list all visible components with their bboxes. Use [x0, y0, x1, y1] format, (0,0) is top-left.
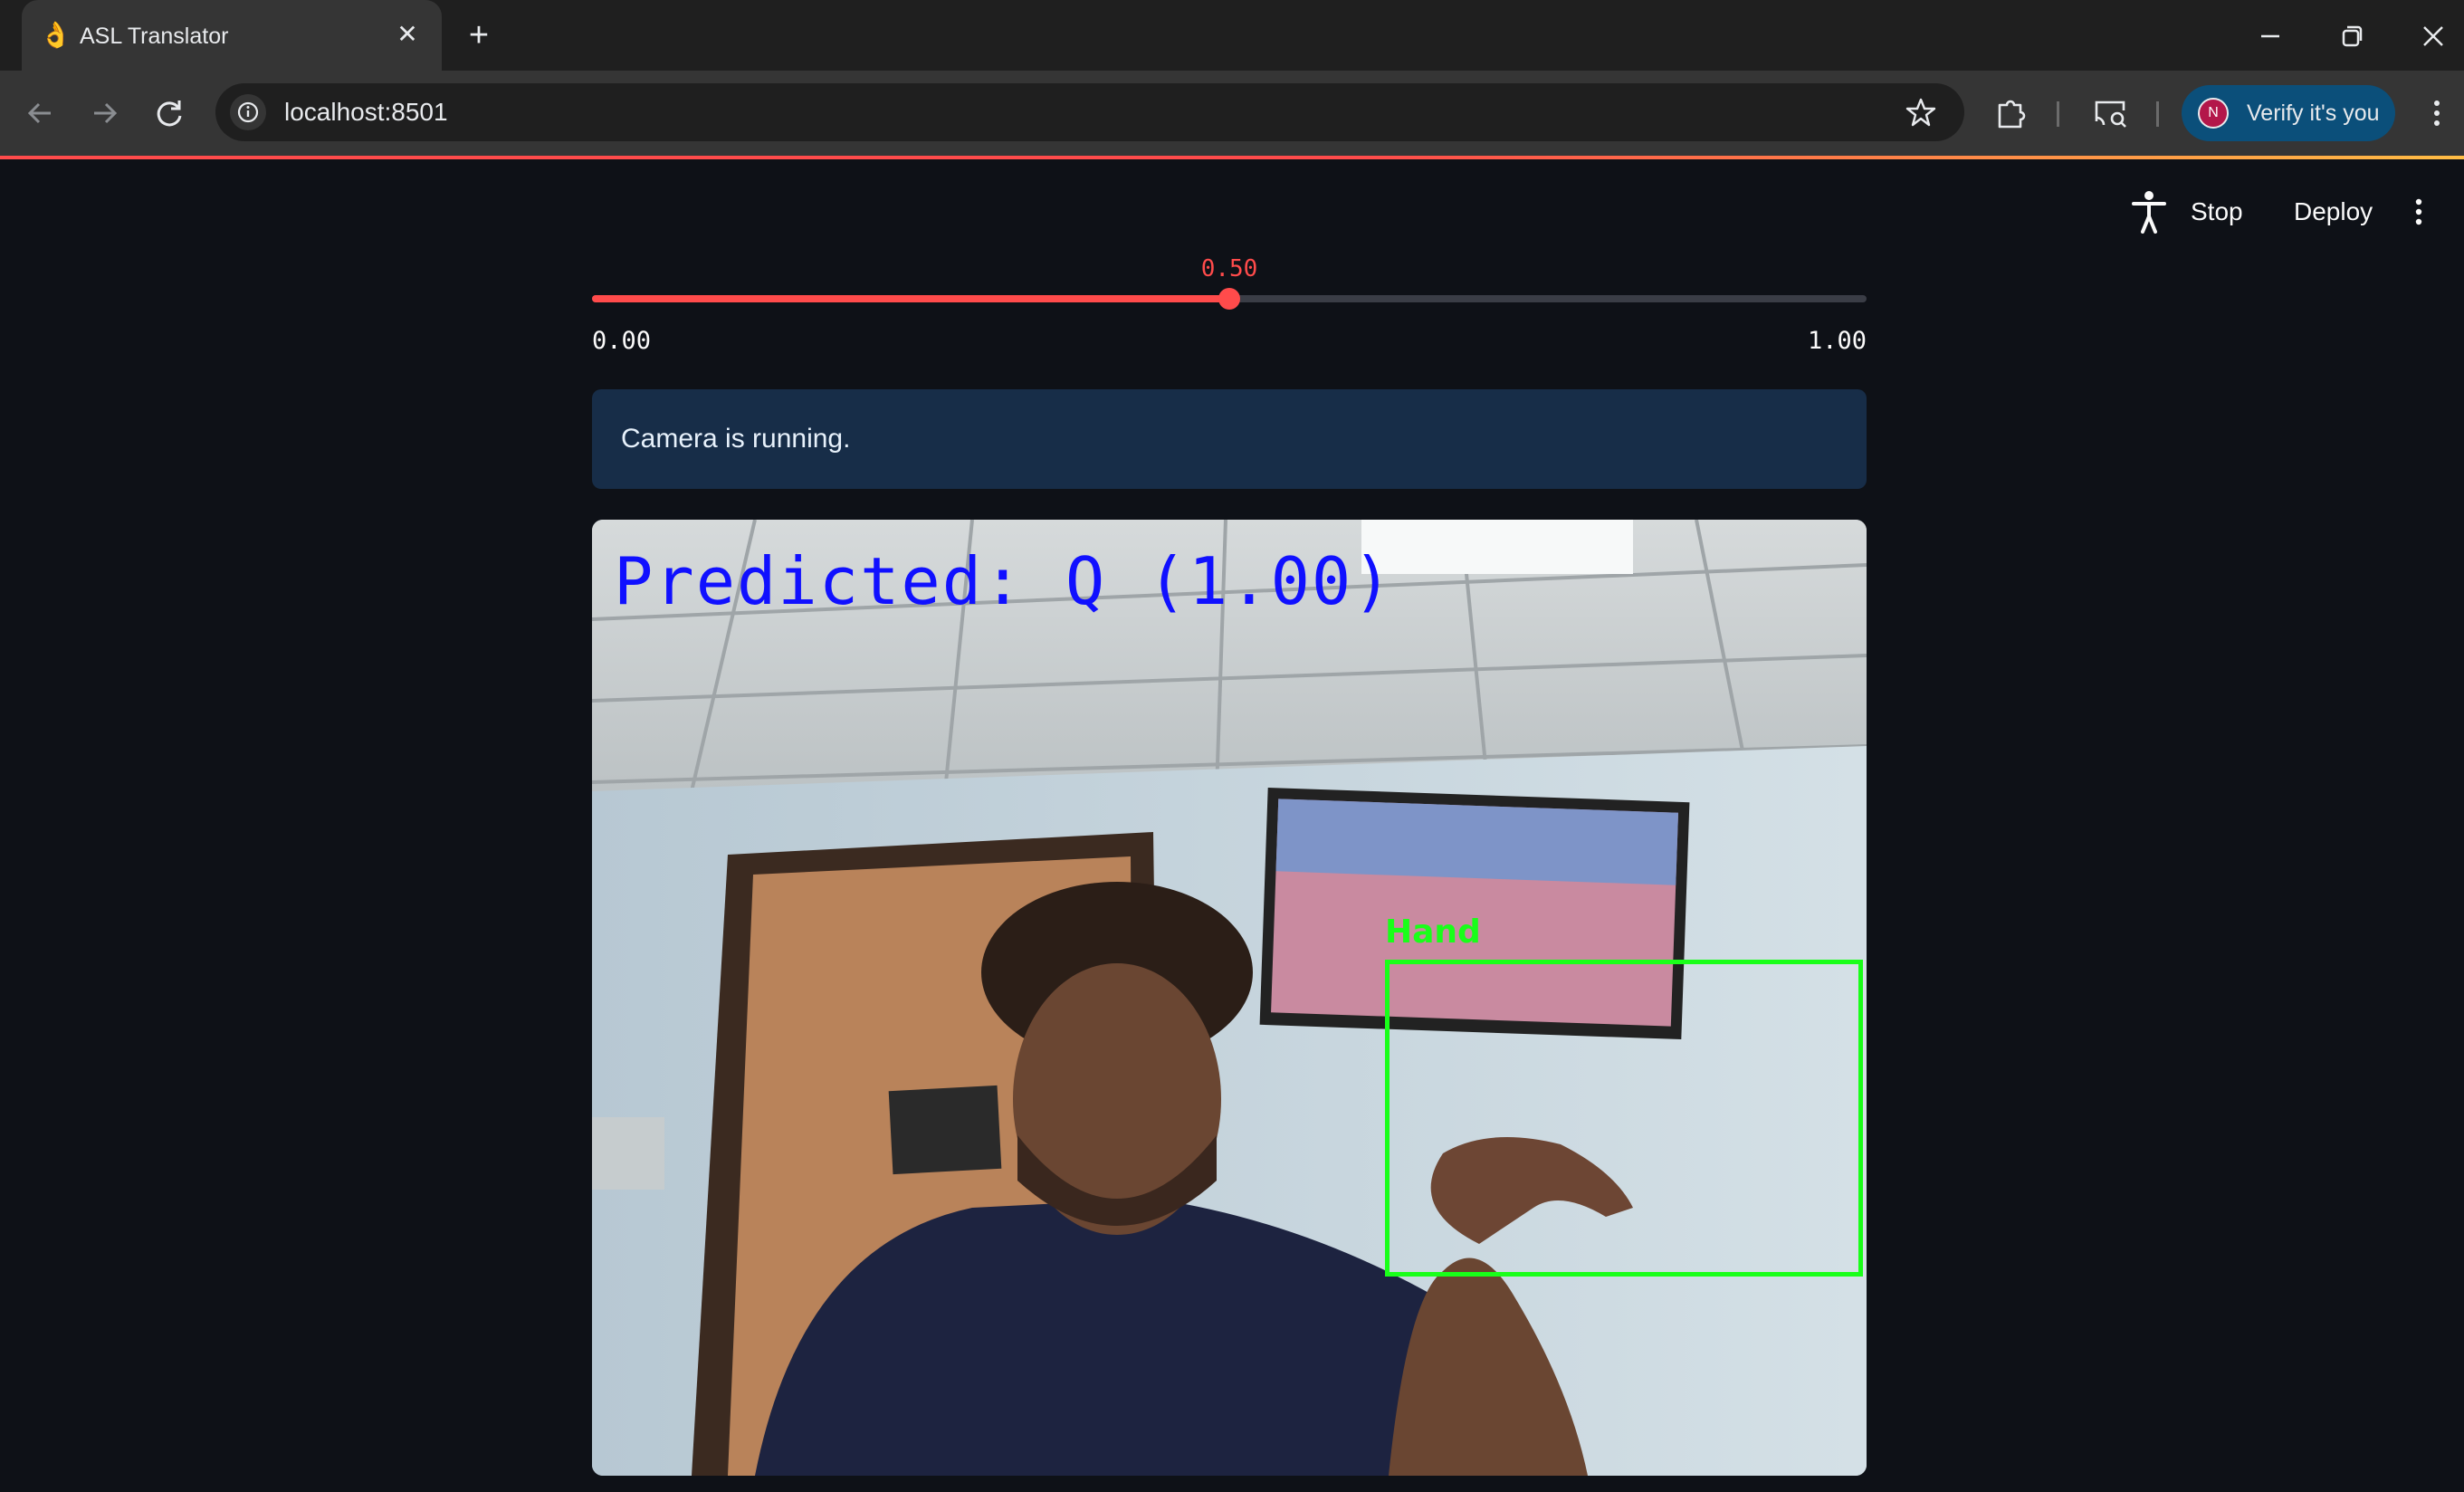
close-icon [2423, 26, 2443, 46]
hand-detection-box [1385, 960, 1863, 1277]
window-close-button[interactable] [2406, 13, 2460, 60]
slider-max-label: 1.00 [1807, 327, 1867, 355]
forward-button[interactable] [83, 92, 125, 134]
browser-tab[interactable]: 👌 ASL Translator ✕ [22, 0, 442, 71]
toolbar-divider [2057, 101, 2059, 127]
url-text[interactable]: localhost:8501 [284, 97, 448, 128]
puzzle-icon[interactable] [1991, 94, 2029, 132]
avatar: N [2198, 98, 2229, 129]
camera-feed: Predicted: Q (1.00) Hand [592, 520, 1867, 1476]
back-button[interactable] [20, 92, 62, 134]
accessibility-icon[interactable] [2129, 188, 2169, 235]
stop-button[interactable]: Stop [2191, 196, 2243, 228]
slider-min-label: 0.00 [592, 327, 652, 355]
browser-toolbar: localhost:8501 N Verify it's you [0, 71, 2464, 156]
kebab-menu-icon[interactable] [2421, 94, 2453, 132]
arrow-left-icon [27, 102, 51, 124]
app-menu-icon[interactable] [2402, 194, 2435, 230]
star-icon[interactable] [1905, 96, 1937, 129]
reload-button[interactable] [148, 92, 190, 134]
arrow-right-icon [94, 102, 118, 124]
reload-icon [157, 100, 182, 127]
slider-value-label: 0.50 [1200, 255, 1258, 282]
window-minimize-button[interactable] [2243, 13, 2297, 60]
address-bar[interactable]: localhost:8501 [215, 83, 1964, 141]
cast-search-icon[interactable] [2091, 94, 2129, 132]
new-tab-button[interactable]: + [460, 16, 498, 54]
restore-icon [2342, 25, 2363, 47]
deploy-button[interactable]: Deploy [2294, 196, 2373, 228]
verify-profile-button[interactable]: N Verify it's you [2182, 85, 2395, 141]
prediction-overlay-text: Predicted: Q (1.00) [614, 543, 1394, 619]
slider-thumb[interactable] [1218, 288, 1240, 310]
tab-title: ASL Translator [80, 24, 229, 49]
minimize-icon [2261, 34, 2279, 38]
tab-favicon-icon: 👌 [40, 21, 72, 49]
slider-fill [592, 295, 1229, 302]
info-circle-icon[interactable] [230, 94, 266, 130]
browser-tabstrip: 👌 ASL Translator ✕ + [0, 0, 2464, 71]
window-restore-button[interactable] [2325, 13, 2379, 60]
app-header: Stop Deploy [0, 159, 2464, 266]
confidence-slider[interactable]: 0.50 0.00 1.00 [592, 253, 1867, 355]
info-alert: Camera is running. [592, 389, 1867, 489]
toolbar-divider [2156, 101, 2159, 127]
detection-label: Hand [1385, 913, 1481, 951]
alert-text: Camera is running. [621, 424, 851, 454]
verify-profile-label: Verify it's you [2247, 100, 2380, 126]
tab-close-icon[interactable]: ✕ [391, 18, 424, 51]
